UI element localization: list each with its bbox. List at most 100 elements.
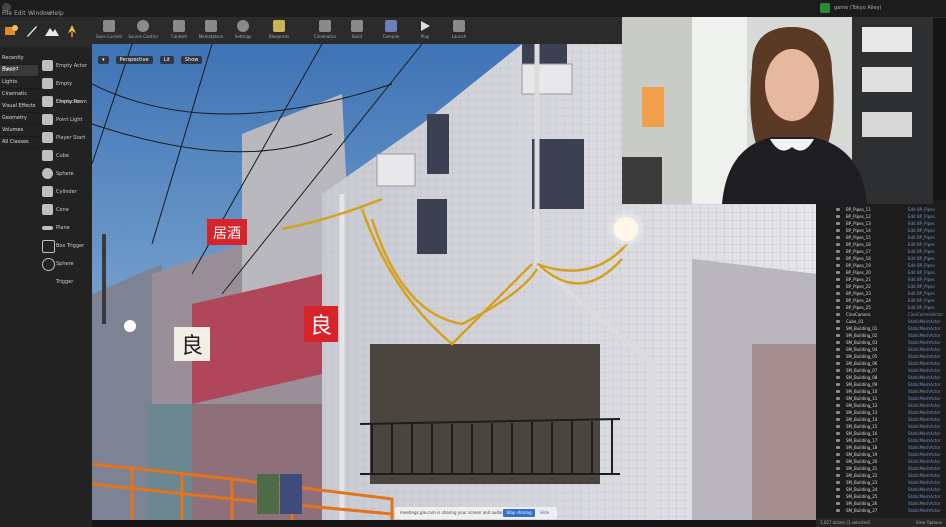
eye-icon[interactable]	[836, 348, 840, 351]
foliage-mode-icon[interactable]	[64, 23, 80, 39]
eye-icon[interactable]	[836, 292, 840, 295]
eye-icon[interactable]	[836, 334, 840, 337]
eye-icon[interactable]	[836, 222, 840, 225]
view-options-button[interactable]: View Options	[916, 518, 942, 527]
eye-icon[interactable]	[836, 418, 840, 421]
category-recently-placed[interactable]: Recently Placed	[0, 53, 38, 72]
place-item[interactable]: Point Light	[40, 111, 90, 129]
outliner-row[interactable]: BP_Pipes_24 Edit BP_Pipes	[816, 297, 946, 304]
hide-button[interactable]: Hide	[540, 510, 549, 515]
outliner-row[interactable]: BP_Pipes_20 Edit BP_Pipes	[816, 269, 946, 276]
menu-edit[interactable]: Edit	[14, 10, 26, 17]
eye-icon[interactable]	[836, 376, 840, 379]
build-button[interactable]: Build	[342, 18, 372, 43]
eye-icon[interactable]	[836, 509, 840, 512]
eye-icon[interactable]	[836, 264, 840, 267]
show-button[interactable]: Show	[180, 56, 203, 64]
menu-window[interactable]: Window	[28, 10, 52, 17]
outliner-row[interactable]: SM_Building_23 StaticMeshActor	[816, 479, 946, 486]
eye-icon[interactable]	[836, 257, 840, 260]
outliner-row[interactable]: SM_Building_08 StaticMeshActor	[816, 374, 946, 381]
outliner-row[interactable]: BP_Pipes_11 Edit BP_Pipes	[816, 206, 946, 213]
outliner-row[interactable]: BP_Pipes_15 Edit BP_Pipes	[816, 234, 946, 241]
eye-icon[interactable]	[836, 425, 840, 428]
place-mode-icon[interactable]	[3, 23, 19, 39]
stop-sharing-button[interactable]: Stop sharing	[503, 509, 535, 517]
category-volumes[interactable]: Volumes	[0, 125, 38, 137]
eye-icon[interactable]	[836, 215, 840, 218]
outliner-row[interactable]: BP_Pipes_18 Edit BP_Pipes	[816, 255, 946, 262]
category-cinematic[interactable]: Cinematic	[0, 89, 38, 101]
lit-button[interactable]: Lit	[159, 56, 174, 64]
eye-icon[interactable]	[836, 278, 840, 281]
outliner-row[interactable]: SM_Building_01 StaticMeshActor	[816, 325, 946, 332]
eye-icon[interactable]	[836, 327, 840, 330]
menu-help[interactable]: Help	[50, 10, 64, 17]
eye-icon[interactable]	[836, 453, 840, 456]
launch-button[interactable]: Launch	[444, 18, 474, 43]
outliner-row[interactable]: SM_Building_02 StaticMeshActor	[816, 332, 946, 339]
eye-icon[interactable]	[836, 320, 840, 323]
outliner-row[interactable]: BP_Pipes_12 Edit BP_Pipes	[816, 213, 946, 220]
outliner-row[interactable]: BP_Pipes_19 Edit BP_Pipes	[816, 262, 946, 269]
outliner-row[interactable]: SM_Building_06 StaticMeshActor	[816, 360, 946, 367]
eye-icon[interactable]	[836, 474, 840, 477]
outliner-row[interactable]: SM_Building_13 StaticMeshActor	[816, 409, 946, 416]
eye-icon[interactable]	[836, 313, 840, 316]
place-item[interactable]: Sphere	[40, 165, 90, 183]
eye-icon[interactable]	[836, 404, 840, 407]
menu-file[interactable]: File	[2, 10, 12, 17]
place-item[interactable]: Player Start	[40, 129, 90, 147]
category-all-classes[interactable]: All Classes	[0, 137, 38, 149]
outliner-row[interactable]: SM_Building_05 StaticMeshActor	[816, 353, 946, 360]
outliner-row[interactable]: SM_Building_24 StaticMeshActor	[816, 486, 946, 493]
source-control-button[interactable]: Source Control	[128, 18, 158, 43]
category-geometry[interactable]: Geometry	[0, 113, 38, 125]
eye-icon[interactable]	[836, 250, 840, 253]
eye-icon[interactable]	[836, 411, 840, 414]
eye-icon[interactable]	[836, 502, 840, 505]
eye-icon[interactable]	[836, 481, 840, 484]
perspective-button[interactable]: Perspective	[115, 56, 153, 64]
eye-icon[interactable]	[836, 488, 840, 491]
outliner-row[interactable]: SM_Building_04 StaticMeshActor	[816, 346, 946, 353]
category-lights[interactable]: Lights	[0, 77, 38, 89]
place-item[interactable]: Empty Character	[40, 75, 90, 105]
outliner-row[interactable]: SM_Building_10 StaticMeshActor	[816, 388, 946, 395]
eye-icon[interactable]	[836, 495, 840, 498]
eye-icon[interactable]	[836, 390, 840, 393]
eye-icon[interactable]	[836, 236, 840, 239]
cinematics-button[interactable]: Cinematics	[310, 18, 340, 43]
outliner-row[interactable]: SM_Building_19 StaticMeshActor	[816, 451, 946, 458]
eye-icon[interactable]	[836, 299, 840, 302]
paint-mode-icon[interactable]	[24, 23, 40, 39]
place-item[interactable]: Empty Pawn	[40, 93, 90, 111]
outliner-row[interactable]: SM_Building_15 StaticMeshActor	[816, 423, 946, 430]
category-visual-effects[interactable]: Visual Effects	[0, 101, 38, 113]
outliner-row[interactable]: SM_Building_21 StaticMeshActor	[816, 465, 946, 472]
outliner-row[interactable]: SM_Building_25 StaticMeshActor	[816, 493, 946, 500]
place-item[interactable]: Sphere Trigger	[40, 255, 90, 285]
compile-button[interactable]: Compile	[376, 18, 406, 43]
outliner-row[interactable]: SM_Building_16 StaticMeshActor	[816, 430, 946, 437]
outliner-row[interactable]: SM_Building_22 StaticMeshActor	[816, 472, 946, 479]
eye-icon[interactable]	[836, 229, 840, 232]
marketplace-button[interactable]: Marketplace	[196, 18, 226, 43]
source-control-icon[interactable]	[820, 3, 830, 13]
eye-icon[interactable]	[836, 460, 840, 463]
outliner-row[interactable]: BP_Pipes_14 Edit BP_Pipes	[816, 227, 946, 234]
eye-icon[interactable]	[836, 285, 840, 288]
place-item[interactable]: Empty Actor	[40, 57, 90, 75]
outliner-row[interactable]: SM_Building_12 StaticMeshActor	[816, 402, 946, 409]
content-button[interactable]: Content	[164, 18, 194, 43]
outliner-row[interactable]: BP_Pipes_21 Edit BP_Pipes	[816, 276, 946, 283]
eye-icon[interactable]	[836, 271, 840, 274]
eye-icon[interactable]	[836, 208, 840, 211]
landscape-mode-icon[interactable]	[44, 23, 60, 39]
place-item[interactable]: Cone	[40, 201, 90, 219]
outliner-row[interactable]: SM_Building_17 StaticMeshActor	[816, 437, 946, 444]
eye-icon[interactable]	[836, 243, 840, 246]
outliner-row[interactable]: Cube_01 StaticMeshActor	[816, 318, 946, 325]
eye-icon[interactable]	[836, 383, 840, 386]
outliner-row[interactable]: BP_Pipes_17 Edit BP_Pipes	[816, 248, 946, 255]
